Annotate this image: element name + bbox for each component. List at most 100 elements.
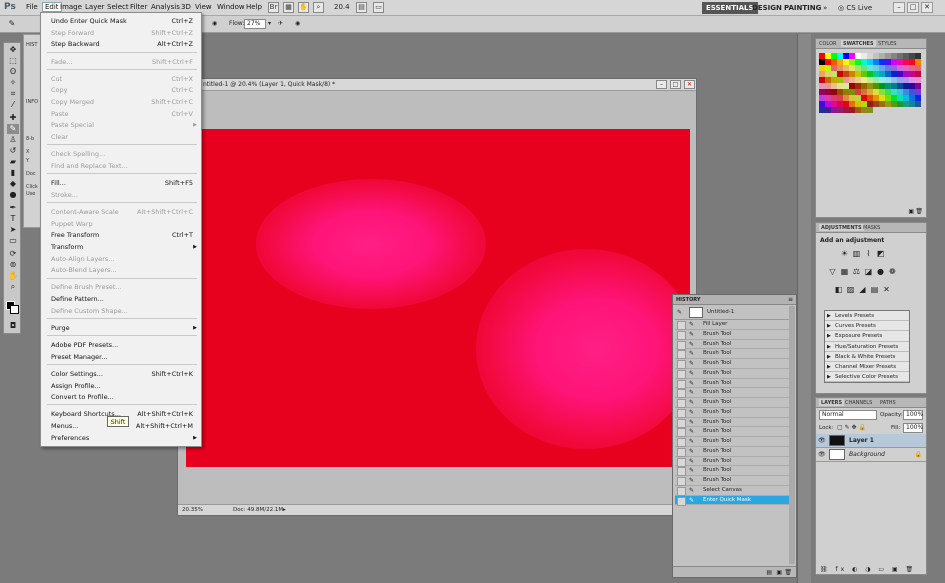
swatch[interactable] <box>860 100 867 107</box>
preset-levels[interactable]: Levels Presets <box>825 311 909 322</box>
swatch[interactable] <box>902 88 909 95</box>
swatch[interactable] <box>848 53 855 59</box>
menu-item-free-transform[interactable]: Free Transform Ctrl+T <box>51 230 197 240</box>
workspace-painting[interactable]: PAINTING <box>780 2 825 14</box>
swatch[interactable] <box>824 106 831 113</box>
menu-item-step-forward[interactable]: Step Forward Shift+Ctrl+Z <box>51 28 197 38</box>
swatch[interactable] <box>914 64 921 71</box>
blend-mode-select[interactable]: Normal <box>819 410 877 420</box>
history-state[interactable]: ✎ Brush Tool <box>675 466 789 476</box>
swatch[interactable] <box>884 64 891 71</box>
trash-icon[interactable]: 🗑 <box>915 208 923 215</box>
gradient-tool-icon[interactable]: ▮ <box>7 168 19 178</box>
swatch[interactable] <box>884 88 891 95</box>
pen-tool-icon[interactable]: ✒ <box>7 203 19 213</box>
menu-item-preferences[interactable]: Preferences ▶ <box>51 433 197 443</box>
swatch[interactable] <box>866 76 873 83</box>
cs-live-button[interactable]: ◎ CS Live <box>838 2 872 14</box>
swatch[interactable] <box>890 100 897 107</box>
menu-window[interactable]: Window <box>217 3 245 11</box>
tab-styles[interactable]: STYLES <box>878 41 896 47</box>
swatch[interactable] <box>914 70 921 77</box>
history-state[interactable]: ✎ Fill Layer <box>675 320 789 330</box>
swatch[interactable] <box>908 70 915 77</box>
menu-item-define-custom-shape[interactable]: Define Custom Shape... <box>51 306 197 316</box>
swatch[interactable] <box>842 82 849 89</box>
swatch[interactable] <box>848 88 855 95</box>
history-panel-label[interactable]: HIST <box>26 42 37 48</box>
type-tool-icon[interactable]: T <box>7 214 19 224</box>
preset-channel-mixer[interactable]: Channel Mixer Presets <box>825 362 909 373</box>
swatch[interactable] <box>836 106 843 113</box>
menu-item-fade[interactable]: Fade... Shift+Ctrl+F <box>51 57 197 67</box>
flow-dropdown-icon[interactable]: ▾ <box>268 20 271 27</box>
swatch[interactable] <box>848 76 855 83</box>
swatch[interactable] <box>878 58 885 65</box>
swatch[interactable] <box>819 76 825 83</box>
swatch[interactable] <box>884 58 891 65</box>
menu-item-adobe-pdf-presets[interactable]: Adobe PDF Presets... <box>51 340 197 350</box>
screen-mode-icon[interactable]: ▭ <box>373 2 384 13</box>
swatch[interactable] <box>872 76 879 83</box>
opacity-input[interactable]: 100% <box>903 410 923 420</box>
menu-item-clear[interactable]: Clear <box>51 132 197 142</box>
swatch[interactable] <box>896 94 903 101</box>
swatch[interactable] <box>878 94 885 101</box>
swatch[interactable] <box>824 70 831 77</box>
tab-color[interactable]: COLOR <box>819 41 836 47</box>
menu-help[interactable]: Help <box>246 3 262 11</box>
swatch[interactable] <box>914 53 921 59</box>
3d-orbit-tool-icon[interactable]: ⊚ <box>7 260 19 270</box>
menu-item-fill[interactable]: Fill... Shift+F5 <box>51 178 197 188</box>
history-state[interactable]: ✎ Brush Tool <box>675 379 789 389</box>
menu-item-content-aware-scale[interactable]: Content-Aware Scale Alt+Shift+Ctrl+C <box>51 207 197 217</box>
swatch[interactable] <box>819 64 825 71</box>
swatch[interactable] <box>908 76 915 83</box>
swatch[interactable] <box>866 53 873 59</box>
move-tool-icon[interactable]: ✥ <box>7 45 19 55</box>
history-state[interactable]: ✎ Enter Quick Mask <box>675 495 789 506</box>
swatch[interactable] <box>860 53 867 59</box>
blur-tool-icon[interactable]: ◆ <box>7 179 19 189</box>
menu-edit[interactable]: Edit <box>42 2 62 12</box>
swatch[interactable] <box>854 53 861 59</box>
history-state[interactable]: ✎ Brush Tool <box>675 437 789 447</box>
swatch[interactable] <box>830 88 837 95</box>
history-state[interactable]: ✎ Select Canvas <box>675 486 789 496</box>
swatch[interactable] <box>836 64 843 71</box>
swatch[interactable] <box>836 82 843 89</box>
quick-mask-icon[interactable]: ◘ <box>7 321 19 331</box>
quick-select-tool-icon[interactable]: ✧ <box>7 78 19 88</box>
menu-analysis[interactable]: Analysis <box>151 3 180 11</box>
photo-filter-icon[interactable]: ● <box>876 267 885 276</box>
menu-item-puppet-warp[interactable]: Puppet Warp <box>51 219 197 229</box>
history-state[interactable]: ✎ Brush Tool <box>675 408 789 418</box>
lock-icons[interactable]: ▢ ✎ ✥ 🔒 <box>837 424 866 431</box>
swatch[interactable] <box>848 64 855 71</box>
eye-icon[interactable]: 👁 <box>818 437 826 444</box>
swatch[interactable] <box>830 94 837 101</box>
swatch[interactable] <box>819 53 825 59</box>
swatch[interactable] <box>836 94 843 101</box>
menu-image[interactable]: Image <box>60 3 82 11</box>
menu-item-copy[interactable]: Copy Ctrl+C <box>51 85 197 95</box>
swatch[interactable] <box>860 64 867 71</box>
swatch[interactable] <box>819 106 825 113</box>
layer-row[interactable]: 👁 Background 🔒 <box>816 448 926 462</box>
swatch[interactable] <box>908 82 915 89</box>
swatch[interactable] <box>896 76 903 83</box>
swatch[interactable] <box>902 82 909 89</box>
swatch[interactable] <box>890 82 897 89</box>
swatch[interactable] <box>848 100 855 107</box>
swatch[interactable] <box>890 58 897 65</box>
menu-item-purge[interactable]: Purge ▶ <box>51 323 197 333</box>
swatch[interactable] <box>878 64 885 71</box>
swatch[interactable] <box>830 82 837 89</box>
swatch[interactable] <box>842 88 849 95</box>
gradient-map-icon[interactable]: ▤ <box>870 285 879 294</box>
menu-item-check-spelling[interactable]: Check Spelling... <box>51 149 197 159</box>
swatch[interactable] <box>872 94 879 101</box>
swatch[interactable] <box>896 88 903 95</box>
swatch[interactable] <box>872 100 879 107</box>
swatch[interactable] <box>890 64 897 71</box>
